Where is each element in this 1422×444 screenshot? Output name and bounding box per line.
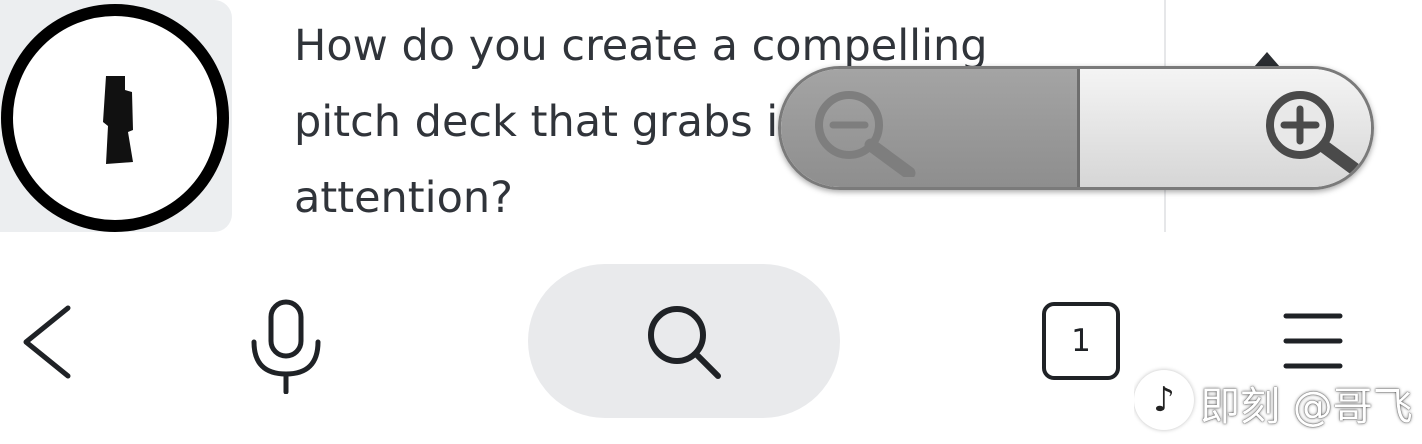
result-thumbnail[interactable] xyxy=(0,0,232,232)
microphone-icon[interactable] xyxy=(244,298,328,394)
watermark: ♪ 即刻 @哥飞 xyxy=(1134,366,1422,440)
watermark-text: 即刻 @哥飞 xyxy=(1200,384,1413,430)
menu-icon[interactable] xyxy=(1280,308,1346,374)
tabs-button[interactable]: 1 xyxy=(1042,302,1120,380)
search-icon xyxy=(648,306,721,379)
watermark-logo-icon: ♪ xyxy=(1134,370,1194,430)
zoom-out-button[interactable] xyxy=(781,69,1080,187)
tab-count: 1 xyxy=(1071,323,1091,359)
search-button[interactable] xyxy=(528,264,840,418)
zoom-control xyxy=(778,66,1374,190)
zoom-in-button[interactable] xyxy=(1080,69,1371,187)
caret-up-icon xyxy=(1254,52,1280,67)
logo-icon xyxy=(1,4,229,232)
zoom-out-icon xyxy=(815,91,916,177)
zoom-in-icon xyxy=(1266,91,1367,177)
back-chevron-icon[interactable] xyxy=(16,302,76,382)
